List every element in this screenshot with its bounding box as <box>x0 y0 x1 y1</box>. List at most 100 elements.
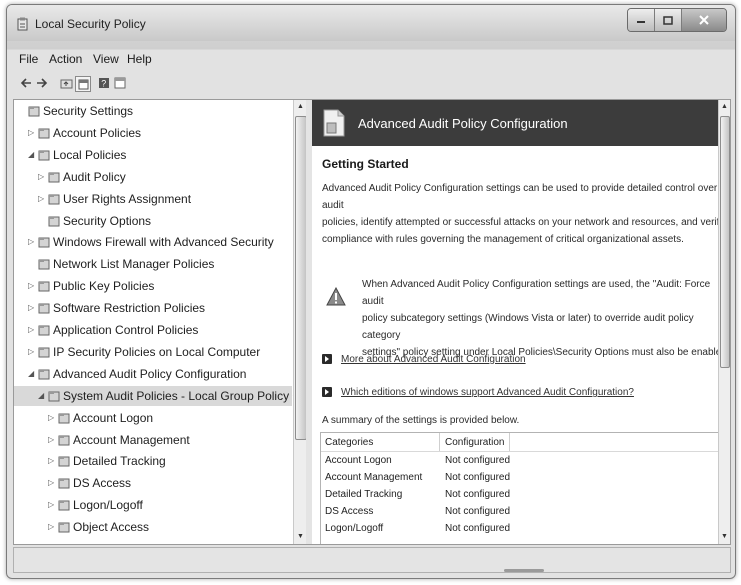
minimize-button[interactable] <box>628 9 655 31</box>
menu-help[interactable]: Help <box>127 52 152 66</box>
expand-arrow-icon[interactable]: ▷ <box>28 325 36 335</box>
tree-item[interactable]: ▷ Application Control Policies <box>14 320 292 340</box>
intro-line: policies, identify attempted or successf… <box>322 217 725 228</box>
tree-item[interactable]: Network List Manager Policies <box>14 254 292 274</box>
tree-item[interactable]: ▷ Account Policies <box>14 123 292 143</box>
pane-header: Advanced Audit Policy Configuration <box>312 100 720 146</box>
tree-scrollbar[interactable]: ▲ ▼ <box>293 100 307 544</box>
local-security-policy-window: Local Security Policy File Action View H… <box>6 4 736 579</box>
maximize-button[interactable] <box>655 9 682 31</box>
tree-item[interactable]: ▷ Software Restriction Policies <box>14 298 292 318</box>
tree-item-label: Windows Firewall with Advanced Security <box>53 235 274 250</box>
tree-item[interactable]: ▷ Audit Policy <box>14 167 292 187</box>
table-cell-category: Account Management <box>325 472 423 483</box>
tree-item-label: System Audit Policies - Local Group Poli… <box>63 388 306 403</box>
table-cell-configuration: Not configured <box>445 455 511 466</box>
audit-folder-icon <box>58 500 70 511</box>
audit-folder-icon <box>58 435 70 445</box>
expand-arrow-icon[interactable]: ▷ <box>28 128 36 138</box>
expand-arrow-icon[interactable]: ▷ <box>48 413 56 423</box>
expand-arrow-icon[interactable]: ▷ <box>48 500 56 510</box>
tree-item[interactable]: ▷ Windows Firewall with Advanced Security <box>14 232 292 252</box>
expand-arrow-icon[interactable]: ▷ <box>48 435 56 445</box>
tree-item[interactable]: ◢ Local Policies <box>14 145 292 165</box>
tree-item-label: Audit Policy <box>63 169 126 184</box>
editions-link[interactable]: Which editions of windows support Advanc… <box>341 387 634 398</box>
resize-grip[interactable] <box>504 569 544 572</box>
pane-header-title: Advanced Audit Policy Configuration <box>358 116 568 131</box>
tree-item[interactable]: ▷ IP Security Policies on Local Computer <box>14 342 292 362</box>
audit-document-icon <box>323 109 345 137</box>
more-about-link[interactable]: More about Advanced Audit Configuration <box>341 354 526 365</box>
warning-line: When Advanced Audit Policy Configuration… <box>362 279 711 307</box>
table-cell-category: Logon/Logoff <box>325 523 384 534</box>
expand-arrow-icon[interactable]: ▷ <box>28 281 36 291</box>
menu-view[interactable]: View <box>93 52 119 66</box>
folder-icon <box>38 369 50 380</box>
table-cell-configuration: Not configured <box>445 523 511 534</box>
policy-folder-icon <box>38 150 50 161</box>
table-cell-configuration: Not configured <box>445 506 511 517</box>
column-header-categories[interactable]: Categories <box>325 437 373 448</box>
tree-item[interactable]: ▷ DS Access <box>14 473 292 493</box>
back-icon[interactable] <box>19 76 33 90</box>
expand-arrow-icon[interactable]: ▷ <box>48 478 56 488</box>
scroll-thumb[interactable] <box>720 116 730 368</box>
tree-item[interactable]: ▷ Account Management <box>14 430 292 450</box>
pane-scrollbar[interactable]: ▲ ▼ <box>718 100 730 544</box>
tree-item[interactable]: ▷ Logon/Logoff <box>14 495 292 515</box>
title-bar[interactable]: Local Security Policy <box>7 5 735 41</box>
expand-arrow-icon[interactable]: ▷ <box>48 456 56 466</box>
tree-item[interactable]: Security Settings <box>14 101 292 121</box>
tree-item[interactable]: ▷ Public Key Policies <box>14 276 292 296</box>
expand-arrow-icon[interactable]: ▷ <box>38 194 46 204</box>
tree-item-label: IP Security Policies on Local Computer <box>53 344 261 359</box>
expand-arrow-icon[interactable]: ▷ <box>48 522 56 532</box>
menu-action[interactable]: Action <box>49 52 82 66</box>
scroll-down-arrow[interactable]: ▼ <box>719 530 730 544</box>
intro-line: Advanced Audit Policy Configuration sett… <box>322 183 718 211</box>
close-button[interactable] <box>682 9 726 31</box>
expand-arrow-icon[interactable]: ▷ <box>28 237 36 247</box>
menu-file[interactable]: File <box>19 52 38 66</box>
navigation-tree: Security Settings ▷ Account Policies ◢ Local… <box>14 100 306 544</box>
table-cell-category: Account Logon <box>325 455 392 466</box>
help-icon[interactable]: ? <box>97 76 111 90</box>
tree-item-label: Logon/Logoff <box>73 498 143 513</box>
forward-icon[interactable] <box>35 76 49 90</box>
column-header-configuration[interactable]: Configuration <box>445 437 504 448</box>
tree-item[interactable]: Security Options <box>14 211 292 231</box>
tree-item[interactable]: ◢ Advanced Audit Policy Configuration <box>14 364 292 384</box>
properties-icon[interactable] <box>75 76 91 92</box>
tree-item[interactable]: ▷ Object Access <box>14 517 292 537</box>
tree-item[interactable]: ◢ System Audit Policies - Local Group Pol… <box>14 385 306 406</box>
table-cell-category: Detailed Tracking <box>325 489 403 500</box>
expand-arrow-icon[interactable]: ▷ <box>28 347 36 357</box>
up-folder-icon[interactable] <box>59 76 73 90</box>
tree-item-label: Security Settings <box>43 104 134 118</box>
table-cell-configuration: Not configured <box>445 489 511 500</box>
tree-item[interactable]: ▷ User Rights Assignment <box>14 189 292 209</box>
tree-item[interactable]: ▷ Account Logon <box>14 408 292 428</box>
audit-folder-icon <box>58 478 70 489</box>
tree-item-label: Account Logon <box>73 410 154 425</box>
collapse-arrow-icon[interactable]: ◢ <box>28 369 36 379</box>
security-settings-icon <box>28 106 40 117</box>
policy-folder-icon <box>48 194 60 205</box>
folder-icon <box>38 281 50 292</box>
expand-arrow-icon[interactable]: ▷ <box>28 303 36 313</box>
scroll-up-arrow[interactable]: ▲ <box>719 100 730 114</box>
policy-folder-icon <box>38 128 50 139</box>
tree-item-label: Object Access <box>73 520 150 535</box>
collapse-arrow-icon[interactable]: ◢ <box>38 391 46 401</box>
tree-item[interactable]: ▷ Detailed Tracking <box>14 451 292 471</box>
console-icon[interactable] <box>113 76 127 90</box>
summary-text: A summary of the settings is provided be… <box>322 415 520 426</box>
collapse-arrow-icon[interactable]: ◢ <box>28 150 36 160</box>
audit-policy-icon <box>48 391 60 402</box>
folder-icon <box>38 303 50 314</box>
expand-arrow-icon[interactable]: ▷ <box>38 172 46 182</box>
details-pane: Advanced Audit Policy Configuration Gett… <box>312 100 730 544</box>
tree-item-label: User Rights Assignment <box>63 191 192 206</box>
window-controls <box>627 8 727 32</box>
